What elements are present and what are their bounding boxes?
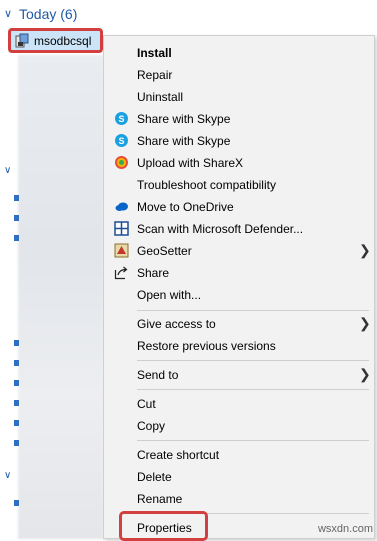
group-title: Today (6)	[19, 6, 78, 22]
file-icon	[14, 195, 19, 201]
menu-item-label: Delete	[137, 470, 172, 484]
menu-separator	[137, 440, 369, 441]
menu-item-label: Share	[137, 266, 170, 280]
blurred-file-list	[18, 55, 103, 539]
menu-item-label: Install	[137, 46, 172, 60]
menu-item-label: Copy	[137, 419, 166, 433]
menu-separator	[137, 389, 369, 390]
file-name: msodbcsql	[34, 34, 92, 48]
menu-item-delete[interactable]: Delete	[104, 466, 374, 488]
file-icon	[14, 380, 19, 386]
defender-icon	[114, 221, 129, 236]
menu-item-label: Share with Skype	[137, 112, 231, 126]
menu-item-geosetter[interactable]: GeoSetter ❯	[104, 240, 374, 262]
menu-item-share-with-skype-2[interactable]: S Share with Skype	[104, 130, 374, 152]
menu-item-uninstall[interactable]: Uninstall	[104, 86, 374, 108]
menu-item-label: Scan with Microsoft Defender...	[137, 222, 304, 236]
menu-item-open-with[interactable]: Open with...	[104, 284, 374, 306]
skype-icon: S	[115, 134, 128, 147]
menu-item-give-access-to[interactable]: Give access to ❯	[104, 313, 374, 335]
menu-item-share[interactable]: Share	[104, 262, 374, 284]
menu-item-label: Rename	[137, 492, 183, 506]
menu-item-label: Move to OneDrive	[137, 200, 234, 214]
menu-item-cut[interactable]: Cut	[104, 393, 374, 415]
menu-separator	[137, 360, 369, 361]
menu-item-upload-with-sharex[interactable]: Upload with ShareX	[104, 152, 374, 174]
menu-item-label: Upload with ShareX	[137, 156, 244, 170]
skype-icon: S	[115, 112, 128, 125]
menu-item-copy[interactable]: Copy	[104, 415, 374, 437]
file-icon	[14, 360, 19, 366]
group-header-today[interactable]: ∨ Today (6)	[0, 4, 110, 26]
menu-item-label: Troubleshoot compatibility	[137, 178, 276, 192]
file-icon	[14, 400, 19, 406]
chevron-down-icon: ∨	[4, 8, 13, 20]
menu-item-label: Cut	[137, 397, 156, 411]
menu-item-label: Uninstall	[137, 90, 184, 104]
installer-icon	[15, 33, 29, 48]
menu-item-send-to[interactable]: Send to ❯	[104, 364, 374, 386]
menu-item-troubleshoot-compatibility[interactable]: Troubleshoot compatibility	[104, 174, 374, 196]
submenu-arrow-icon: ❯	[359, 315, 371, 331]
menu-item-restore-previous-versions[interactable]: Restore previous versions	[104, 335, 374, 357]
onedrive-icon	[115, 202, 128, 211]
file-icon	[14, 340, 19, 346]
file-item-msodbcsql[interactable]: msodbcsql	[8, 28, 103, 53]
file-icon	[14, 500, 19, 506]
menu-item-label: Share with Skype	[137, 134, 231, 148]
menu-item-label: Create shortcut	[137, 448, 220, 462]
file-icon	[14, 440, 19, 446]
menu-item-label: Open with...	[137, 288, 202, 302]
context-menu: Install Repair Uninstall S Share with Sk…	[103, 35, 375, 541]
file-icon	[14, 420, 19, 426]
menu-separator	[137, 310, 369, 311]
chevron-down-icon[interactable]: ∨	[4, 165, 11, 176]
watermark: wsxdn.com	[317, 523, 373, 535]
file-icon	[14, 235, 19, 241]
menu-item-label: Restore previous versions	[137, 339, 276, 353]
share-icon	[114, 266, 128, 280]
file-icon	[14, 215, 19, 221]
svg-text:S: S	[118, 136, 124, 146]
menu-item-move-to-onedrive[interactable]: Move to OneDrive	[104, 196, 374, 218]
properties-highlight-box	[119, 511, 208, 541]
svg-text:S: S	[118, 114, 124, 124]
menu-item-repair[interactable]: Repair	[104, 64, 374, 86]
menu-item-install[interactable]: Install	[104, 42, 374, 64]
menu-item-scan-with-defender[interactable]: Scan with Microsoft Defender...	[104, 218, 374, 240]
geosetter-icon	[114, 243, 129, 258]
menu-item-label: Give access to	[137, 317, 216, 331]
menu-item-rename[interactable]: Rename	[104, 488, 374, 510]
menu-item-share-with-skype[interactable]: S Share with Skype	[104, 108, 374, 130]
submenu-arrow-icon: ❯	[359, 242, 371, 258]
menu-item-label: Send to	[137, 368, 179, 382]
menu-item-label: Repair	[137, 68, 173, 82]
menu-item-label: GeoSetter	[137, 244, 192, 258]
chevron-down-icon[interactable]: ∨	[4, 470, 11, 481]
menu-item-create-shortcut[interactable]: Create shortcut	[104, 444, 374, 466]
sharex-icon	[115, 156, 128, 169]
submenu-arrow-icon: ❯	[359, 366, 371, 382]
